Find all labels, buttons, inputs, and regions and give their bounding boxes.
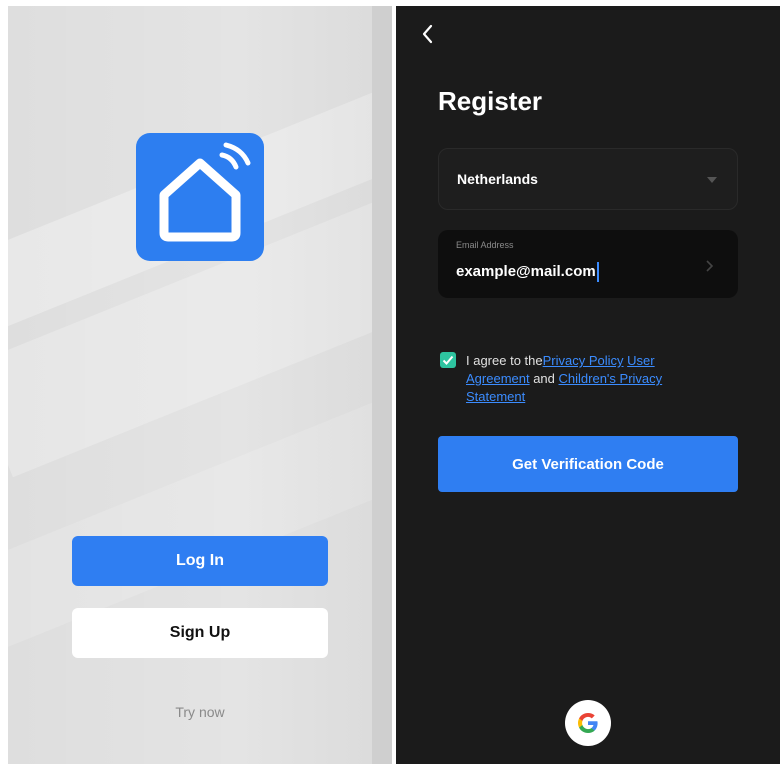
background-edge — [372, 6, 392, 764]
agreement-prefix: I agree to the — [466, 353, 543, 368]
agreement-checkbox[interactable] — [440, 352, 456, 368]
smart-home-icon — [136, 133, 264, 261]
get-verification-code-button[interactable]: Get Verification Code — [438, 436, 738, 492]
page-title: Register — [438, 86, 543, 116]
try-now-link[interactable]: Try now — [72, 704, 328, 720]
email-field[interactable]: Email Address example@mail.com — [438, 230, 738, 298]
agreement-text: I agree to thePrivacy Policy User Agreem… — [466, 352, 716, 406]
email-input[interactable]: example@mail.com — [456, 262, 599, 282]
email-label: Email Address — [456, 240, 514, 250]
register-screen: Register Netherlands Email Address examp… — [396, 6, 780, 764]
google-icon — [578, 713, 598, 733]
welcome-screen: Log In Sign Up Try now — [8, 6, 392, 764]
agreement-and: and — [529, 371, 559, 386]
login-button[interactable]: Log In — [72, 536, 328, 586]
country-value: Netherlands — [457, 171, 538, 187]
chevron-left-icon[interactable] — [416, 22, 440, 46]
privacy-policy-link[interactable]: Privacy Policy — [543, 353, 624, 368]
google-login-button[interactable] — [565, 700, 611, 746]
signup-button[interactable]: Sign Up — [72, 608, 328, 658]
chevron-right-icon — [706, 260, 714, 272]
country-select[interactable]: Netherlands — [438, 148, 738, 210]
chevron-down-icon — [707, 177, 717, 183]
